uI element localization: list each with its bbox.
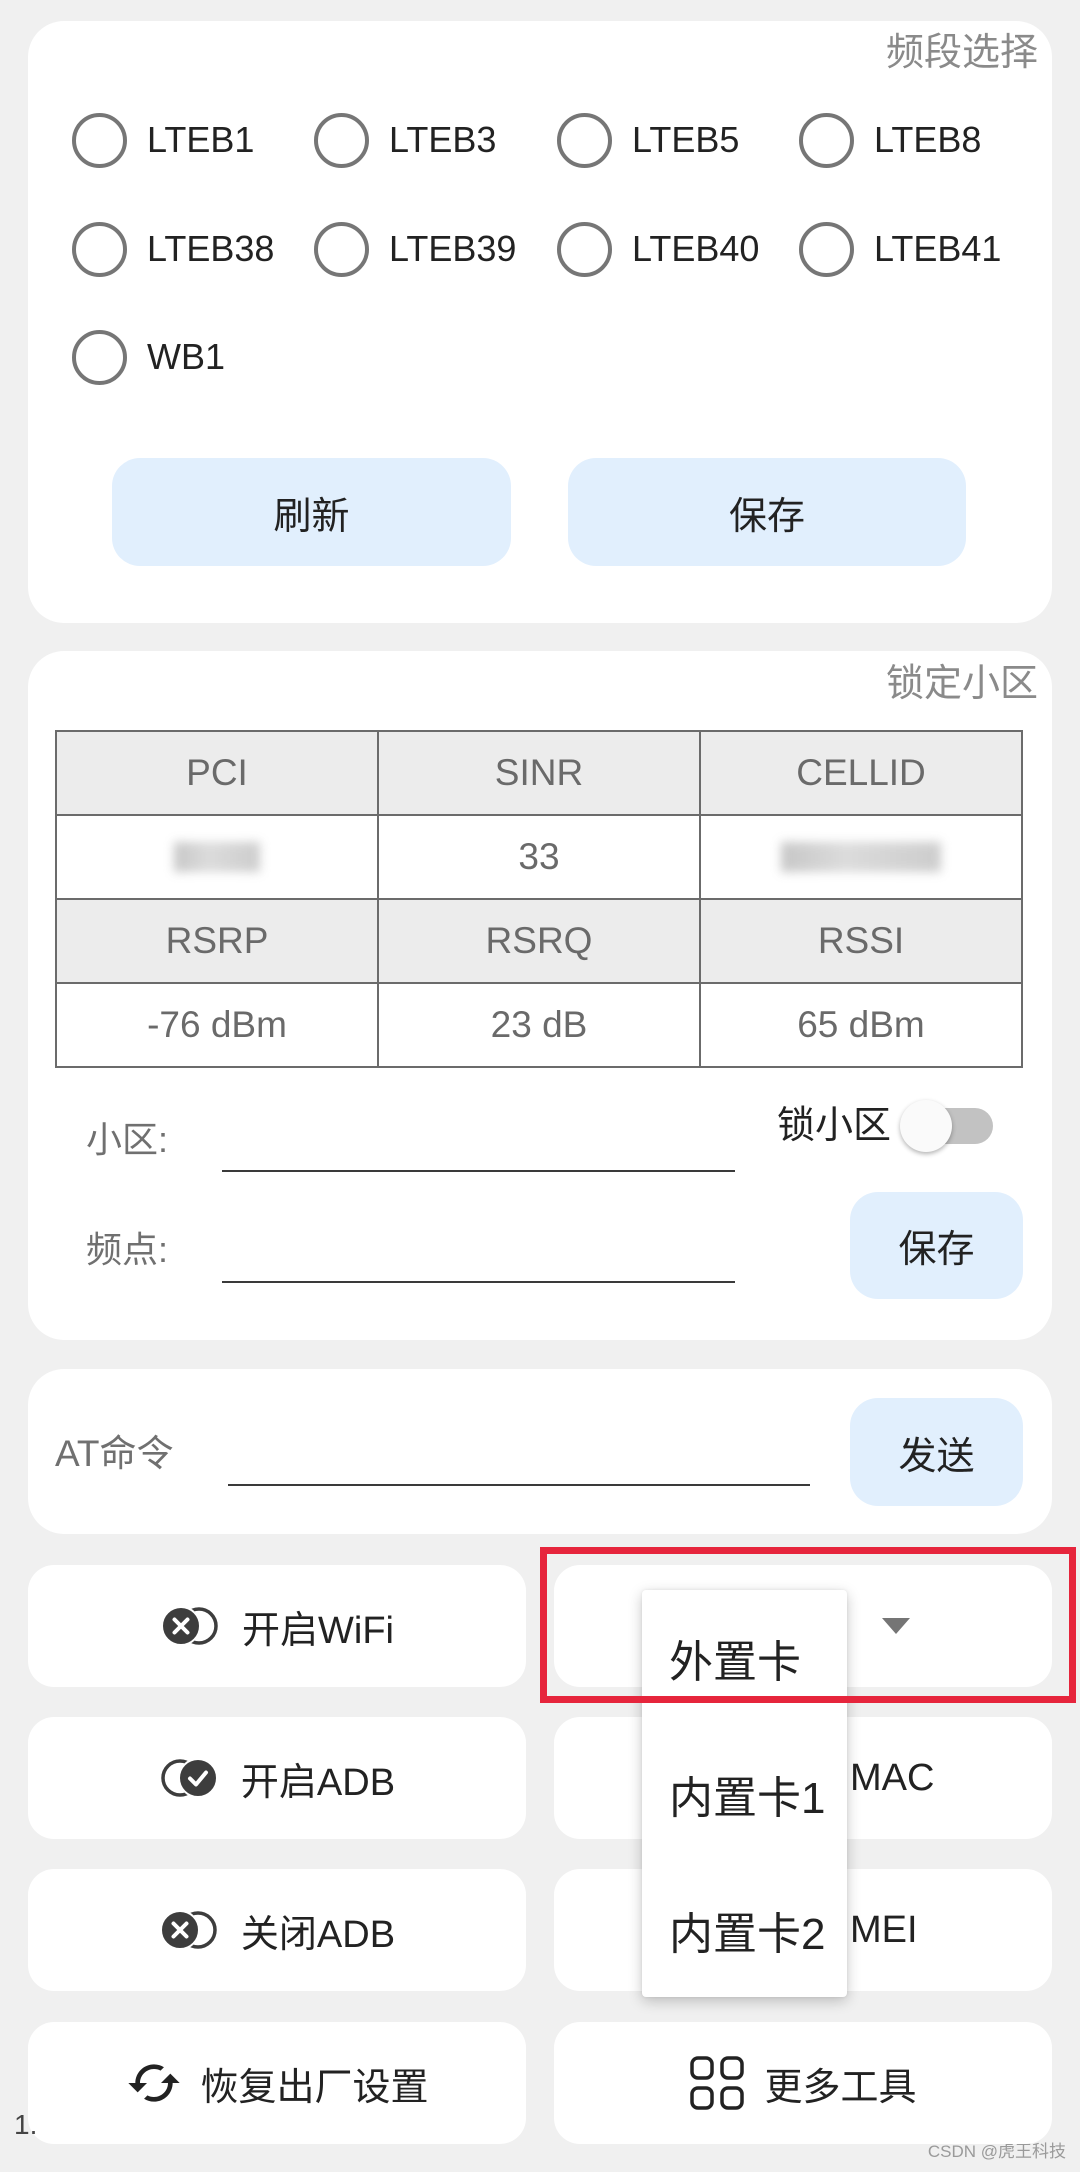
refresh-button[interactable]: 刷新 (112, 458, 511, 566)
radio-circle (72, 221, 127, 277)
dropdown-option-internal-card-2[interactable]: 内置卡2 (642, 1862, 847, 1998)
lock-cell-label: 锁小区 (777, 1105, 892, 1147)
redaction-blur (174, 842, 260, 872)
wifi-on-button[interactable]: 开启WiFi (28, 1565, 526, 1687)
radio-circle (72, 112, 127, 168)
dropdown-arrow-icon (882, 1618, 910, 1634)
factory-reset-button[interactable]: 恢复出厂设置 (28, 2022, 526, 2144)
lock-save-button[interactable]: 保存 (850, 1192, 1023, 1299)
rsrp-value: -76 dBm (57, 984, 377, 1066)
radio-lteb1[interactable]: LTEB1 (72, 110, 254, 170)
radio-lteb3[interactable]: LTEB3 (314, 110, 496, 170)
dropdown-option-internal-card-1[interactable]: 内置卡1 (642, 1726, 847, 1862)
radio-label: WB1 (147, 336, 226, 377)
wifi-on-label: 开启WiFi (242, 1609, 394, 1652)
radio-label: LTEB38 (147, 228, 275, 269)
at-command-card: AT命令 发送 (28, 1369, 1052, 1534)
more-tools-label: 更多工具 (764, 2066, 917, 2109)
lock-cell-switch[interactable] (900, 1100, 993, 1152)
radio-wb1[interactable]: WB1 (72, 327, 225, 387)
radio-circle (72, 329, 127, 385)
band-save-button[interactable]: 保存 (568, 458, 966, 566)
version-text-fragment: 1. (14, 2109, 38, 2140)
redaction-blur (781, 842, 941, 872)
at-command-label: AT命令 (55, 1433, 174, 1474)
radio-label: LTEB5 (632, 119, 740, 160)
radio-label: LTEB41 (874, 228, 1002, 269)
band-card-title: 频段选择 (885, 32, 1038, 74)
band-select-card: 频段选择 LTEB1 LTEB3 LTEB5 LTEB8 LTEB38 LTEB… (28, 21, 1052, 623)
radio-lteb38[interactable]: LTEB38 (72, 219, 274, 279)
rssi-value: 65 dBm (701, 984, 1021, 1066)
sim-card-dropdown-menu: 外置卡 内置卡1 内置卡2 (642, 1590, 847, 1997)
radio-lteb5[interactable]: LTEB5 (557, 110, 739, 170)
cell-input[interactable] (222, 1118, 735, 1172)
lock-card-title: 锁定小区 (885, 663, 1038, 705)
at-command-input[interactable] (228, 1432, 810, 1486)
refresh-icon (125, 2055, 183, 2111)
toggle-x-icon (160, 1605, 220, 1647)
cell-label: 小区: (86, 1119, 169, 1160)
lock-cell-card: 锁定小区 PCI SINR CELLID 33 RSRP RSRQ RSSI -… (28, 651, 1052, 1340)
toggle-x-icon (159, 1909, 219, 1951)
freq-input[interactable] (222, 1229, 735, 1283)
adb-on-button[interactable]: 开启ADB (28, 1717, 526, 1839)
send-button[interactable]: 发送 (850, 1398, 1023, 1506)
radio-label: LTEB39 (389, 228, 517, 269)
pci-value-redacted (57, 816, 377, 898)
adb-on-label: 开启ADB (240, 1761, 396, 1804)
row3-right-label: MEI (850, 1909, 918, 1951)
adb-off-label: 关闭ADB (240, 1913, 396, 1956)
sinr-value: 33 (379, 816, 699, 898)
grid-icon (689, 2055, 745, 2111)
table-header-rsrp: RSRP (57, 900, 377, 982)
radio-label: LTEB1 (147, 119, 255, 160)
factory-reset-label: 恢复出厂设置 (200, 2066, 429, 2109)
table-header-cellid: CELLID (701, 732, 1021, 814)
table-header-sinr: SINR (379, 732, 699, 814)
cellid-value-redacted (701, 816, 1021, 898)
table-header-pci: PCI (57, 732, 377, 814)
radio-lteb41[interactable]: LTEB41 (799, 219, 1001, 279)
radio-circle (799, 112, 854, 168)
radio-lteb39[interactable]: LTEB39 (314, 219, 516, 279)
watermark: CSDN @虎王科技 (927, 2142, 1066, 2161)
toggle-check-icon (159, 1757, 219, 1799)
row2-right-label: MAC (850, 1757, 935, 1799)
radio-lteb40[interactable]: LTEB40 (557, 219, 759, 279)
radio-label: LTEB40 (632, 228, 760, 269)
table-header-rsrq: RSRQ (379, 900, 699, 982)
radio-label: LTEB8 (874, 119, 982, 160)
more-tools-button[interactable]: 更多工具 (554, 2022, 1052, 2144)
radio-circle (557, 112, 612, 168)
switch-thumb (900, 1100, 952, 1152)
rsrq-value: 23 dB (379, 984, 699, 1066)
radio-circle (314, 112, 369, 168)
dropdown-option-external-card[interactable]: 外置卡 (642, 1590, 847, 1726)
table-header-rssi: RSSI (701, 900, 1021, 982)
radio-label: LTEB3 (389, 119, 497, 160)
radio-lteb8[interactable]: LTEB8 (799, 110, 981, 170)
radio-circle (557, 221, 612, 277)
radio-circle (314, 221, 369, 277)
adb-off-button[interactable]: 关闭ADB (28, 1869, 526, 1991)
signal-table: PCI SINR CELLID 33 RSRP RSRQ RSSI -76 dB… (55, 730, 1023, 1068)
freq-label: 频点: (86, 1229, 169, 1270)
radio-circle (799, 221, 854, 277)
